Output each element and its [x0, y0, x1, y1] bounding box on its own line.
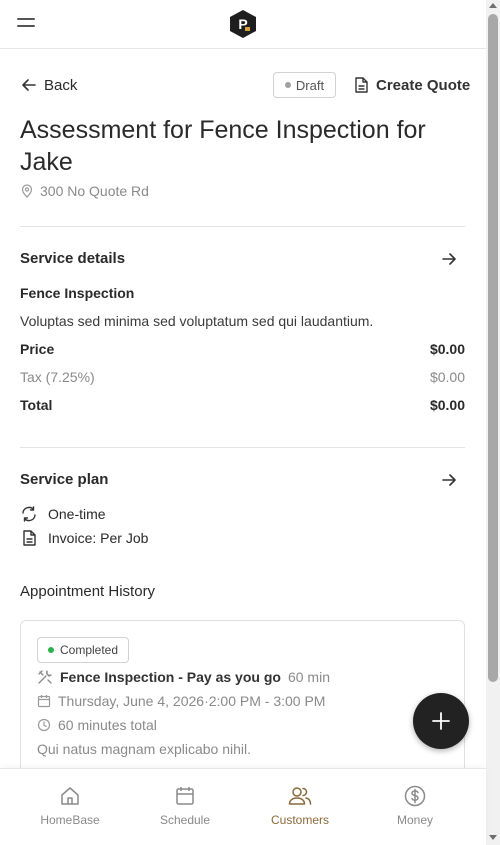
appointment-date-row: Thursday, June 4, 2026 · 2:00 PM - 3:00 PM	[37, 693, 325, 709]
plus-icon	[432, 712, 450, 730]
plan-invoice-text: Invoice: Per Job	[48, 530, 149, 546]
back-label: Back	[44, 76, 78, 94]
nav-item-customers[interactable]: Customers	[250, 785, 350, 835]
nav-item-money[interactable]: Money	[365, 785, 465, 835]
plan-frequency-text: One-time	[48, 506, 106, 522]
tax-label: Tax (7.25%)	[20, 369, 95, 385]
status-badge-label: Draft	[295, 77, 325, 93]
appointment-note: Qui natus magnam explicabo nihil.	[37, 741, 252, 757]
nav-label: Schedule	[159, 813, 211, 827]
menu-icon[interactable]	[17, 16, 35, 30]
back-button[interactable]: Back	[20, 74, 77, 96]
clock-icon	[37, 718, 51, 732]
calendar-icon	[176, 787, 194, 805]
page-title: Assessment for Fence Inspection for Jake	[20, 116, 426, 176]
appointment-service-name: Fence Inspection - Pay as you go	[60, 669, 281, 685]
users-icon	[288, 787, 312, 805]
nav-label: Customers	[270, 813, 329, 827]
add-button[interactable]	[413, 693, 469, 749]
invoice-icon	[23, 530, 36, 546]
price-label: Price	[20, 341, 55, 357]
total-label: Total	[20, 397, 53, 413]
appointment-note-row: Qui natus magnam explicabo nihil.	[37, 741, 251, 757]
divider	[20, 447, 465, 448]
nav-item-homebase[interactable]: HomeBase	[20, 785, 120, 835]
top-bar: P	[0, 0, 486, 49]
appointment-card[interactable]: Completed Fence Inspection - Pay as you …	[20, 620, 465, 780]
scrollbar-thumb[interactable]	[488, 14, 498, 682]
service-details-heading: Service details	[20, 250, 126, 267]
create-quote-label: Create Quote	[376, 76, 471, 94]
arrow-left-icon	[22, 79, 36, 91]
create-quote-button[interactable]: Create Quote	[352, 74, 470, 96]
calendar-icon	[37, 695, 51, 708]
plan-frequency: One-time	[20, 505, 106, 523]
document-icon	[355, 77, 368, 93]
scroll-down-arrow[interactable]	[489, 835, 497, 840]
appointment-total-row: 60 minutes total	[37, 717, 157, 733]
bottom-nav: HomeBase Schedule Customers Money	[0, 768, 486, 845]
appointment-duration: 60 min	[287, 669, 330, 685]
nav-label: Money	[396, 813, 434, 827]
total-value: $0.00	[429, 397, 465, 413]
status-dot	[48, 647, 54, 653]
appointment-time-range: 2:00 PM - 3:00 PM	[208, 693, 326, 709]
appointment-date: Thursday, June 4, 2026	[58, 693, 205, 709]
tax-value: $0.00	[429, 369, 465, 385]
service-plan-heading: Service plan	[20, 471, 109, 488]
arrow-right-icon[interactable]	[440, 250, 458, 268]
scrollbar[interactable]	[486, 0, 500, 845]
home-icon	[61, 787, 79, 805]
nav-item-schedule[interactable]: Schedule	[135, 785, 235, 835]
status-badge: Completed	[37, 637, 130, 663]
location-pin-icon	[21, 184, 33, 198]
scroll-up-arrow[interactable]	[489, 3, 497, 8]
status-badge: Draft	[273, 72, 336, 98]
tools-icon	[38, 670, 52, 684]
price-value: $0.00	[429, 341, 465, 357]
status-dot	[284, 82, 291, 88]
appointment-history-heading: Appointment History	[20, 583, 156, 600]
appointment-service: Fence Inspection - Pay as you go 60 min	[37, 669, 330, 685]
arrow-right-icon[interactable]	[440, 471, 458, 489]
nav-label: HomeBase	[40, 813, 100, 827]
logo: P	[230, 10, 256, 38]
dollar-circle-icon	[404, 785, 426, 807]
repeat-icon	[22, 506, 36, 522]
address-text: 300 No Quote Rd	[40, 183, 149, 199]
status-badge-label: Completed	[60, 643, 119, 657]
appointment-total-time: 60 minutes total	[58, 717, 157, 733]
address: 300 No Quote Rd	[20, 183, 149, 199]
service-name: Fence Inspection	[20, 285, 135, 301]
divider	[20, 226, 465, 227]
plan-invoice: Invoice: Per Job	[20, 529, 148, 547]
service-description: Voluptas sed minima sed voluptatum sed q…	[20, 313, 374, 329]
